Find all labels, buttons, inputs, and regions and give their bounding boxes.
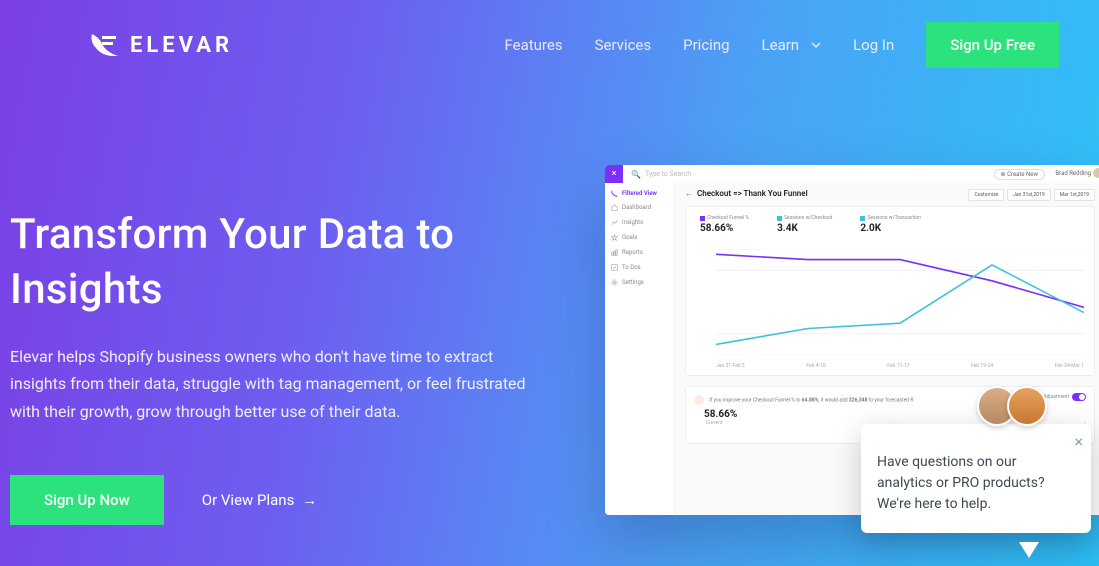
nav-features[interactable]: Features <box>505 36 563 54</box>
avatar[interactable] <box>1093 168 1099 178</box>
logo-icon <box>88 30 120 60</box>
date-end[interactable]: Mar 1st,2019 <box>1054 189 1095 201</box>
create-new-button[interactable]: ⊕ Create New <box>994 169 1045 180</box>
main-nav: Features Services Pricing Learn Log In S… <box>505 22 1060 68</box>
dashboard-topbar: × 🔍 Type to Search ⊕ Create New Brad Red… <box>605 165 1099 183</box>
hero-actions: Sign Up Now Or View Plans → <box>10 475 560 525</box>
sidebar: Filtered View Dashboard Insights Goals R… <box>605 183 675 515</box>
date-start[interactable]: Jan 31st,2019 <box>1007 189 1051 201</box>
chat-popup: × Have questions on our analytics or PRO… <box>861 424 1091 533</box>
star-icon <box>611 234 618 241</box>
nav-services[interactable]: Services <box>595 36 652 54</box>
search-input[interactable]: Type to Search <box>645 170 691 178</box>
chat-avatars[interactable] <box>977 386 1047 426</box>
sidebar-item-insights[interactable]: Insights <box>605 215 674 230</box>
user-name[interactable]: Brad Redding <box>1055 170 1091 177</box>
sidebar-item-reports[interactable]: Reports <box>605 245 674 260</box>
nav-learn-label: Learn <box>762 36 800 54</box>
close-icon[interactable]: × <box>1074 432 1083 451</box>
search-icon[interactable]: 🔍 <box>631 170 641 179</box>
line-chart: 1.4K1.2K600400 <box>716 249 1084 355</box>
adjustment-toggle[interactable]: Adjustment <box>1043 393 1086 401</box>
hero: Transform Your Data to Insights Elevar h… <box>0 88 560 525</box>
sidebar-item-goals[interactable]: Goals <box>605 230 674 245</box>
swatch-blue-icon <box>777 216 782 221</box>
chart-card: Checkout Funnel % 58.66% Sessions w/Chec… <box>685 206 1095 376</box>
chat-message: Have questions on our analytics or PRO p… <box>877 452 1075 515</box>
swatch-purple-icon <box>700 216 705 221</box>
back-arrow-icon[interactable]: ← <box>685 189 693 198</box>
lightbulb-icon <box>694 395 704 405</box>
chat-tail-icon <box>1019 542 1039 558</box>
agent-avatar <box>1007 386 1047 426</box>
nav-learn[interactable]: Learn <box>762 36 822 54</box>
home-icon <box>611 204 618 211</box>
signup-free-button[interactable]: Sign Up Free <box>926 22 1059 68</box>
nav-login[interactable]: Log In <box>853 36 894 54</box>
sidebar-item-settings[interactable]: Settings <box>605 275 674 290</box>
sidebar-item-todos[interactable]: To Dos <box>605 260 674 275</box>
sidebar-header: Filtered View <box>605 187 674 200</box>
logo-mini-icon <box>611 190 618 197</box>
sidebar-item-dashboard[interactable]: Dashboard <box>605 200 674 215</box>
chevron-down-icon <box>811 40 821 50</box>
logo[interactable]: ELEVAR <box>88 30 233 60</box>
check-icon <box>611 264 618 271</box>
breadcrumb: Checkout => Thank You Funnel <box>697 189 808 198</box>
view-plans-label: Or View Plans <box>202 491 295 509</box>
logo-text: ELEVAR <box>130 33 233 58</box>
chart-icon <box>611 219 618 226</box>
toggle-icon <box>1072 393 1086 401</box>
customize-button[interactable]: Customize <box>968 189 1004 201</box>
gear-icon <box>611 279 618 286</box>
site-header: ELEVAR Features Services Pricing Learn L… <box>0 0 1099 88</box>
hero-body: Elevar helps Shopify business owners who… <box>10 343 550 425</box>
bars-icon <box>611 249 618 256</box>
swatch-blue-icon <box>860 216 865 221</box>
hero-title: Transform Your Data to Insights <box>10 208 560 317</box>
metric-funnel: Checkout Funnel % 58.66% <box>700 215 749 234</box>
x-axis-labels: Jan 31-Feb 3 Feb 4-10 Feb 11-17 Feb 19-2… <box>716 363 1084 369</box>
arrow-right-icon: → <box>302 491 317 509</box>
nav-pricing[interactable]: Pricing <box>683 36 729 54</box>
metric-transaction: Sessions w/Transaction 2.0K <box>860 215 921 234</box>
view-plans-link[interactable]: Or View Plans → <box>202 491 317 509</box>
signup-now-button[interactable]: Sign Up Now <box>10 475 164 525</box>
metric-checkout: Sessions w/Checkout 3.4K <box>777 215 832 234</box>
close-icon[interactable]: × <box>605 165 623 183</box>
